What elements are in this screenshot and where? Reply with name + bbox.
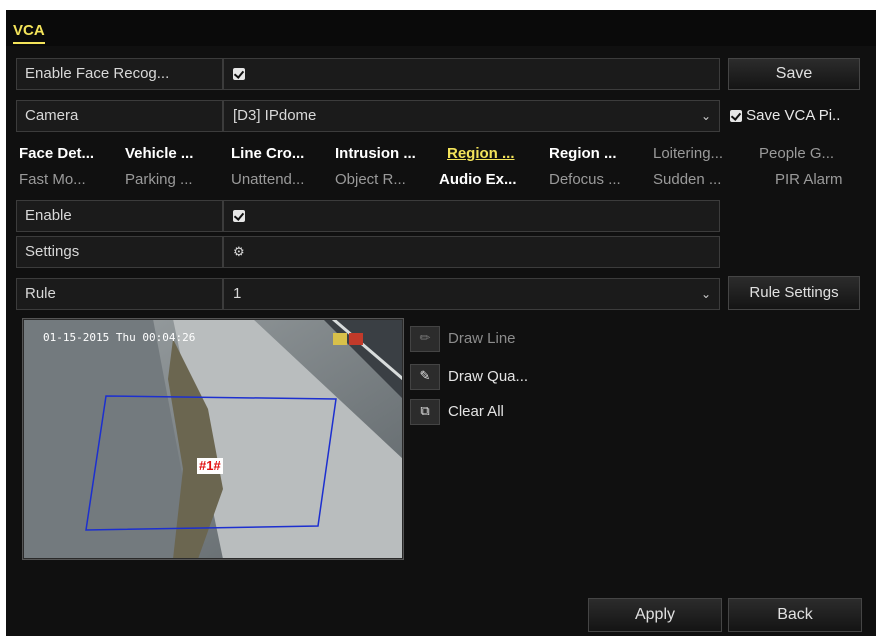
apply-button[interactable]: Apply: [588, 598, 722, 632]
tab-defocus-detection[interactable]: Defocus ...: [546, 167, 649, 193]
tab-pir-alarm[interactable]: PIR Alarm: [772, 167, 865, 193]
enable-label: Enable: [25, 207, 72, 224]
tab-audio-exception[interactable]: Audio Ex...: [436, 167, 547, 193]
draw-line-label: Draw Line: [448, 330, 516, 347]
tab-face-detection[interactable]: Face Det...: [16, 141, 121, 167]
clear-all-tool[interactable]: ⧉ Clear All: [410, 398, 504, 426]
camera-preview[interactable]: 01-15-2015 Thu 00:04:26 #1#: [22, 318, 404, 560]
tab-unattended-baggage[interactable]: Unattend...: [228, 167, 331, 193]
edit-icon: ✎: [410, 364, 440, 391]
draw-quadrilateral-tool[interactable]: ✎ Draw Qua...: [410, 363, 528, 391]
face-recognition-label-cell: Enable Face Recog...: [16, 58, 223, 90]
draw-line-tool[interactable]: ✏ Draw Line: [410, 325, 516, 353]
face-recognition-label: Enable Face Recog...: [25, 65, 170, 82]
pencil-icon: ✏: [410, 326, 440, 353]
settings-label: Settings: [25, 243, 80, 260]
save-vca-picture-checkbox[interactable]: [730, 110, 742, 123]
vca-window: VCA Enable Face Recog... Save Camera [D3…: [6, 10, 876, 636]
save-button[interactable]: Save: [728, 58, 860, 90]
rule-select[interactable]: 1 ⌄: [223, 278, 720, 310]
tab-parking-detection[interactable]: Parking ...: [122, 167, 225, 193]
clear-all-label: Clear All: [448, 403, 504, 420]
title-bar: VCA: [6, 10, 876, 46]
camera-label-cell: Camera: [16, 100, 223, 132]
tab-people-gathering[interactable]: People G...: [756, 141, 865, 167]
camera-select[interactable]: [D3] IPdome ⌄: [223, 100, 720, 132]
osd-timestamp: 01-15-2015 Thu 00:04:26: [43, 331, 196, 344]
alarm-indicator-icon: [349, 333, 363, 345]
clear-icon: ⧉: [410, 399, 440, 426]
tab-region-exiting[interactable]: Region ...: [546, 141, 649, 167]
tab-fast-moving[interactable]: Fast Mo...: [16, 167, 121, 193]
window-title[interactable]: VCA: [13, 22, 45, 44]
camera-label: Camera: [25, 107, 79, 124]
enable-checkbox[interactable]: [233, 210, 245, 223]
rule-label-cell: Rule: [16, 278, 223, 310]
tab-sudden-scene-change[interactable]: Sudden ...: [650, 167, 753, 193]
recording-indicator-icon: [333, 333, 347, 345]
save-vca-picture-option[interactable]: Save VCA Pi..: [730, 100, 840, 132]
enable-label-cell: Enable: [16, 200, 223, 232]
tab-intrusion-detection[interactable]: Intrusion ...: [332, 141, 439, 167]
camera-select-value: [D3] IPdome: [233, 107, 317, 124]
gear-icon[interactable]: ⚙: [224, 244, 245, 259]
enable-value-cell: [223, 200, 720, 232]
chevron-down-icon: ⌄: [700, 287, 711, 301]
back-button[interactable]: Back: [728, 598, 862, 632]
tab-object-removal[interactable]: Object R...: [332, 167, 439, 193]
tab-vehicle-detection[interactable]: Vehicle ...: [122, 141, 225, 167]
tab-region-entrance[interactable]: Region ...: [444, 141, 541, 167]
save-vca-picture-label: Save VCA Pi..: [746, 107, 841, 124]
region-label: #1#: [197, 458, 223, 474]
settings-value-cell: ⚙: [223, 236, 720, 268]
chevron-down-icon: ⌄: [700, 109, 711, 123]
rule-settings-button[interactable]: Rule Settings: [728, 276, 860, 310]
vca-tabs-row-2: Fast Mo... Parking ... Unattend... Objec…: [16, 167, 862, 193]
vca-tabs-row-1: Face Det... Vehicle ... Line Cro... Intr…: [16, 141, 862, 167]
camera-preview-image: [23, 319, 403, 559]
tab-line-crossing[interactable]: Line Cro...: [228, 141, 331, 167]
settings-label-cell: Settings: [16, 236, 223, 268]
rule-label: Rule: [25, 285, 56, 302]
draw-quad-label: Draw Qua...: [448, 368, 529, 385]
face-recognition-checkbox[interactable]: [233, 68, 245, 81]
rule-select-value: 1: [233, 285, 242, 302]
face-recognition-value-cell: [223, 58, 720, 90]
tab-loitering[interactable]: Loitering...: [650, 141, 753, 167]
